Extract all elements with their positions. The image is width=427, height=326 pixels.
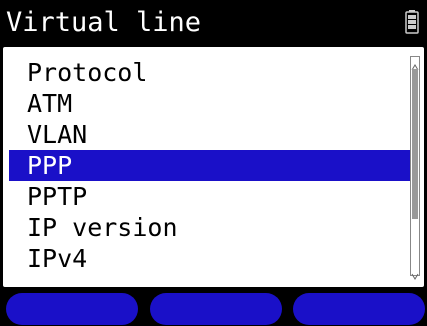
softkey-1[interactable] [6, 293, 138, 325]
device-screen: Virtual line Protocol ATM VLAN PPP PPTP … [0, 0, 427, 326]
menu-item-pptp[interactable]: PPTP [9, 181, 410, 212]
scroll-down-arrow-icon[interactable] [411, 266, 419, 280]
menu-item-atm[interactable]: ATM [9, 88, 410, 119]
menu-item-ip-version[interactable]: IP version [9, 212, 410, 243]
scroll-thumb[interactable] [412, 69, 418, 219]
menu-panel: Protocol ATM VLAN PPP PPTP IP version IP… [3, 47, 424, 287]
scroll-up-arrow-icon[interactable] [411, 57, 419, 71]
window-title: Virtual line [6, 7, 202, 38]
scrollbar[interactable] [410, 56, 420, 280]
softkey-3[interactable] [293, 293, 425, 325]
menu-item-ipv4[interactable]: IPv4 [9, 243, 410, 274]
softkey-2[interactable] [150, 293, 282, 325]
softkey-bar [0, 289, 427, 326]
menu-item-ppp[interactable]: PPP [9, 150, 410, 181]
battery-icon [405, 10, 419, 34]
menu-item-vlan[interactable]: VLAN [9, 119, 410, 150]
title-bar: Virtual line [0, 0, 427, 46]
menu-list: Protocol ATM VLAN PPP PPTP IP version IP… [9, 57, 410, 274]
menu-item-protocol[interactable]: Protocol [9, 57, 410, 88]
